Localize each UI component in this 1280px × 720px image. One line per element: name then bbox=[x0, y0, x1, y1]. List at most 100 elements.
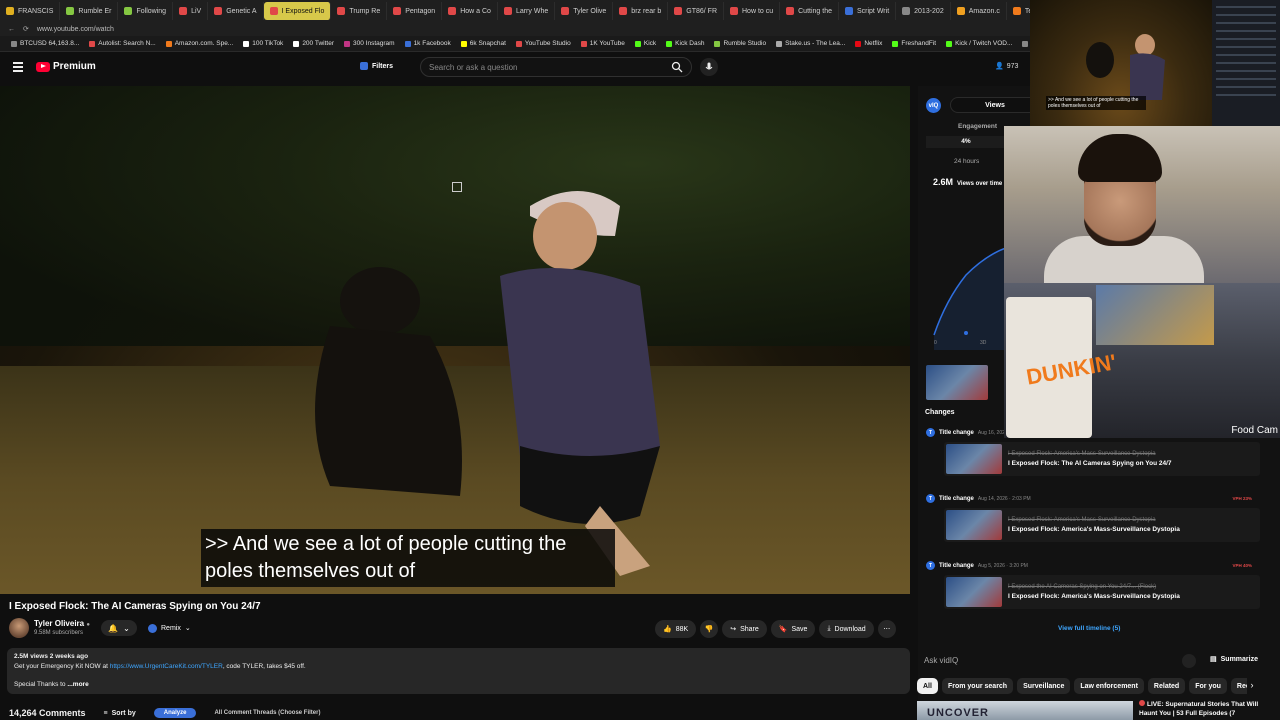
bookmark-favicon-icon bbox=[460, 40, 467, 47]
browser-tab[interactable]: LiV bbox=[173, 2, 209, 20]
tab-favicon-icon bbox=[66, 7, 75, 15]
video-player[interactable] bbox=[0, 86, 910, 594]
bookmark-item[interactable]: 6k Snapchat bbox=[456, 40, 511, 47]
address-bar[interactable]: ← ⟳ www.youtube.com/watch bbox=[0, 22, 1030, 36]
browser-tab[interactable]: Larry Whe bbox=[498, 2, 556, 20]
browser-tab[interactable]: Tyler Olive bbox=[555, 2, 614, 20]
channel-avatar[interactable] bbox=[9, 618, 29, 638]
old-title: I Exposed Flock: America's Mass-Surveill… bbox=[1008, 451, 1156, 457]
view-full-timeline-link[interactable]: View full timeline (5) bbox=[1058, 625, 1120, 632]
bookmark-item[interactable]: 100 TikTok bbox=[238, 40, 288, 47]
description-line-2: Special Thanks to ...more bbox=[14, 680, 903, 690]
bookmark-item[interactable]: Amazon.com. Spe... bbox=[161, 40, 239, 47]
remix-button[interactable]: Remix ⌄ bbox=[140, 620, 199, 636]
bookmark-item[interactable]: 300 Instagram bbox=[339, 40, 400, 47]
bookmark-item[interactable]: 200 Twitter bbox=[288, 40, 339, 47]
browser-tab[interactable]: Temu Sel bbox=[1007, 2, 1030, 20]
bookmark-item[interactable]: FreshandFit bbox=[887, 40, 941, 47]
filter-chip[interactable]: Related bbox=[1147, 678, 1186, 694]
ask-vidiq-input[interactable]: Ask vidIQ bbox=[918, 651, 1198, 669]
tab-label: Genetic A bbox=[226, 7, 257, 15]
more-actions-button[interactable]: ⋯ bbox=[877, 620, 896, 638]
views-tab[interactable]: Views bbox=[950, 97, 1040, 113]
browser-tab[interactable]: Following bbox=[118, 2, 174, 20]
subscriber-count: 9.58M subscribers bbox=[34, 630, 84, 636]
description-box[interactable]: 2.5M views 2 weeks ago Get your Emergenc… bbox=[7, 648, 910, 694]
filters-button[interactable]: Filters bbox=[360, 62, 393, 70]
back-icon[interactable]: ← bbox=[8, 26, 15, 33]
browser-tab[interactable]: Genetic A bbox=[208, 2, 264, 20]
bookmark-item[interactable]: Stake.us - The Lea... bbox=[771, 40, 850, 47]
search-icon[interactable] bbox=[668, 59, 686, 75]
share-button[interactable]: ↪ Share bbox=[722, 620, 767, 638]
youtube-logo[interactable]: Premium bbox=[36, 61, 96, 72]
recommendation-title[interactable]: LIVE: Supernatural Stories That Will Hau… bbox=[1139, 700, 1269, 718]
bookmark-item[interactable]: 1k Facebook bbox=[400, 40, 456, 47]
browser-tab[interactable]: Script Writ bbox=[839, 2, 897, 20]
dislike-button[interactable]: 👎 bbox=[700, 620, 719, 638]
emergency-kit-link[interactable]: https://www.UrgentCareKit.com/TYLER bbox=[110, 663, 223, 670]
browser-tab[interactable]: brz rear b bbox=[613, 2, 669, 20]
hamburger-menu-icon[interactable] bbox=[13, 62, 23, 72]
browser-tab[interactable]: GT86/ FR bbox=[668, 2, 724, 20]
bookmark-favicon-icon bbox=[776, 40, 783, 47]
browser-tab[interactable]: Trump Re bbox=[331, 2, 388, 20]
comment-threads-filter[interactable]: All Comment Threads (Choose Filter) bbox=[214, 710, 320, 716]
send-icon[interactable] bbox=[1182, 654, 1196, 668]
tab-label: How to cu bbox=[742, 7, 774, 15]
video-title: I Exposed Flock: The AI Cameras Spying o… bbox=[9, 601, 261, 612]
download-label: Download bbox=[834, 625, 866, 633]
search-input[interactable]: Search or ask a question bbox=[420, 57, 692, 77]
bookmark-item[interactable]: BTCUSD 64,163.8... bbox=[6, 40, 84, 47]
tab-label: Cutting the bbox=[798, 7, 832, 15]
like-button[interactable]: 👍 88K bbox=[655, 620, 697, 638]
save-button[interactable]: 🔖 Save bbox=[770, 620, 816, 638]
filter-chip[interactable]: Surveillance bbox=[1017, 678, 1071, 694]
browser-tab[interactable]: Pentagon bbox=[387, 2, 443, 20]
bookmark-item[interactable]: Kick bbox=[630, 40, 661, 47]
download-button[interactable]: ⤓ Download bbox=[819, 620, 874, 638]
bookmark-item[interactable]: Kick / Twitch VOD... bbox=[941, 40, 1017, 47]
filter-chip[interactable]: Law enforcement bbox=[1074, 678, 1144, 694]
url-text[interactable]: www.youtube.com/watch bbox=[37, 26, 114, 33]
filter-chip[interactable]: All bbox=[917, 678, 938, 694]
views-chart bbox=[933, 247, 1006, 350]
bookmark-favicon-icon bbox=[89, 40, 96, 47]
remix-label: Remix bbox=[161, 624, 181, 632]
bookmark-item[interactable]: 2013-20 bbox=[1017, 40, 1030, 47]
browser-tab[interactable]: How to cu bbox=[724, 2, 781, 20]
chevron-right-icon[interactable]: › bbox=[1245, 680, 1259, 694]
timeline-item[interactable]: T Title change Aug 14, 2026 · 2:03 PM VPH 2… bbox=[926, 494, 1266, 542]
video-thumbnail[interactable] bbox=[926, 365, 988, 400]
reload-icon[interactable]: ⟳ bbox=[23, 25, 29, 33]
browser-tab[interactable]: Amazon.c bbox=[951, 2, 1007, 20]
more-link[interactable]: ...more bbox=[67, 681, 88, 688]
browser-tab[interactable]: Cutting the bbox=[780, 2, 839, 20]
microphone-icon[interactable] bbox=[700, 58, 718, 76]
filter-chip[interactable]: From your search bbox=[941, 678, 1014, 694]
browser-tab[interactable]: FRANSCIS bbox=[0, 2, 61, 20]
filter-chip[interactable]: For you bbox=[1189, 678, 1227, 694]
summarize-button[interactable]: ▤ Summarize bbox=[1210, 655, 1258, 664]
bookmark-item[interactable]: YouTube Studio bbox=[511, 40, 576, 47]
expand-icon[interactable] bbox=[452, 182, 462, 192]
browser-tab[interactable]: 2013-202 bbox=[896, 2, 951, 20]
timeline-item[interactable]: T Title change Aug 5, 2026 · 3:20 PM VPH 40… bbox=[926, 561, 1266, 609]
analyze-button[interactable]: Analyze bbox=[153, 708, 197, 718]
bookmark-item[interactable]: Netflix bbox=[850, 40, 887, 47]
timeline-thumbnail bbox=[946, 510, 1002, 540]
bookmark-item[interactable]: Kick Dash bbox=[661, 40, 709, 47]
browser-tab[interactable]: I Exposed Flo bbox=[263, 2, 332, 20]
bookmark-item[interactable]: Autolist: Search N... bbox=[84, 40, 160, 47]
change-type: Title change bbox=[939, 429, 974, 436]
browser-tab[interactable]: Rumble Er bbox=[60, 2, 119, 20]
bookmark-favicon-icon bbox=[855, 40, 862, 47]
vidiq-logo-icon[interactable]: vIQ bbox=[926, 98, 941, 113]
bookmark-item[interactable]: Rumble Studio bbox=[709, 40, 771, 47]
browser-tab[interactable]: How a Co bbox=[442, 2, 498, 20]
bookmark-item[interactable]: 1K YouTube bbox=[576, 40, 630, 47]
notification-bell-button[interactable]: 🔔 ⌄ bbox=[101, 620, 137, 636]
channel-name[interactable]: Tyler Oliveira ● bbox=[34, 619, 90, 628]
sort-by-button[interactable]: ≡ Sort by bbox=[104, 710, 136, 717]
recommendation-thumbnail[interactable]: UNCOVER bbox=[917, 701, 1133, 720]
